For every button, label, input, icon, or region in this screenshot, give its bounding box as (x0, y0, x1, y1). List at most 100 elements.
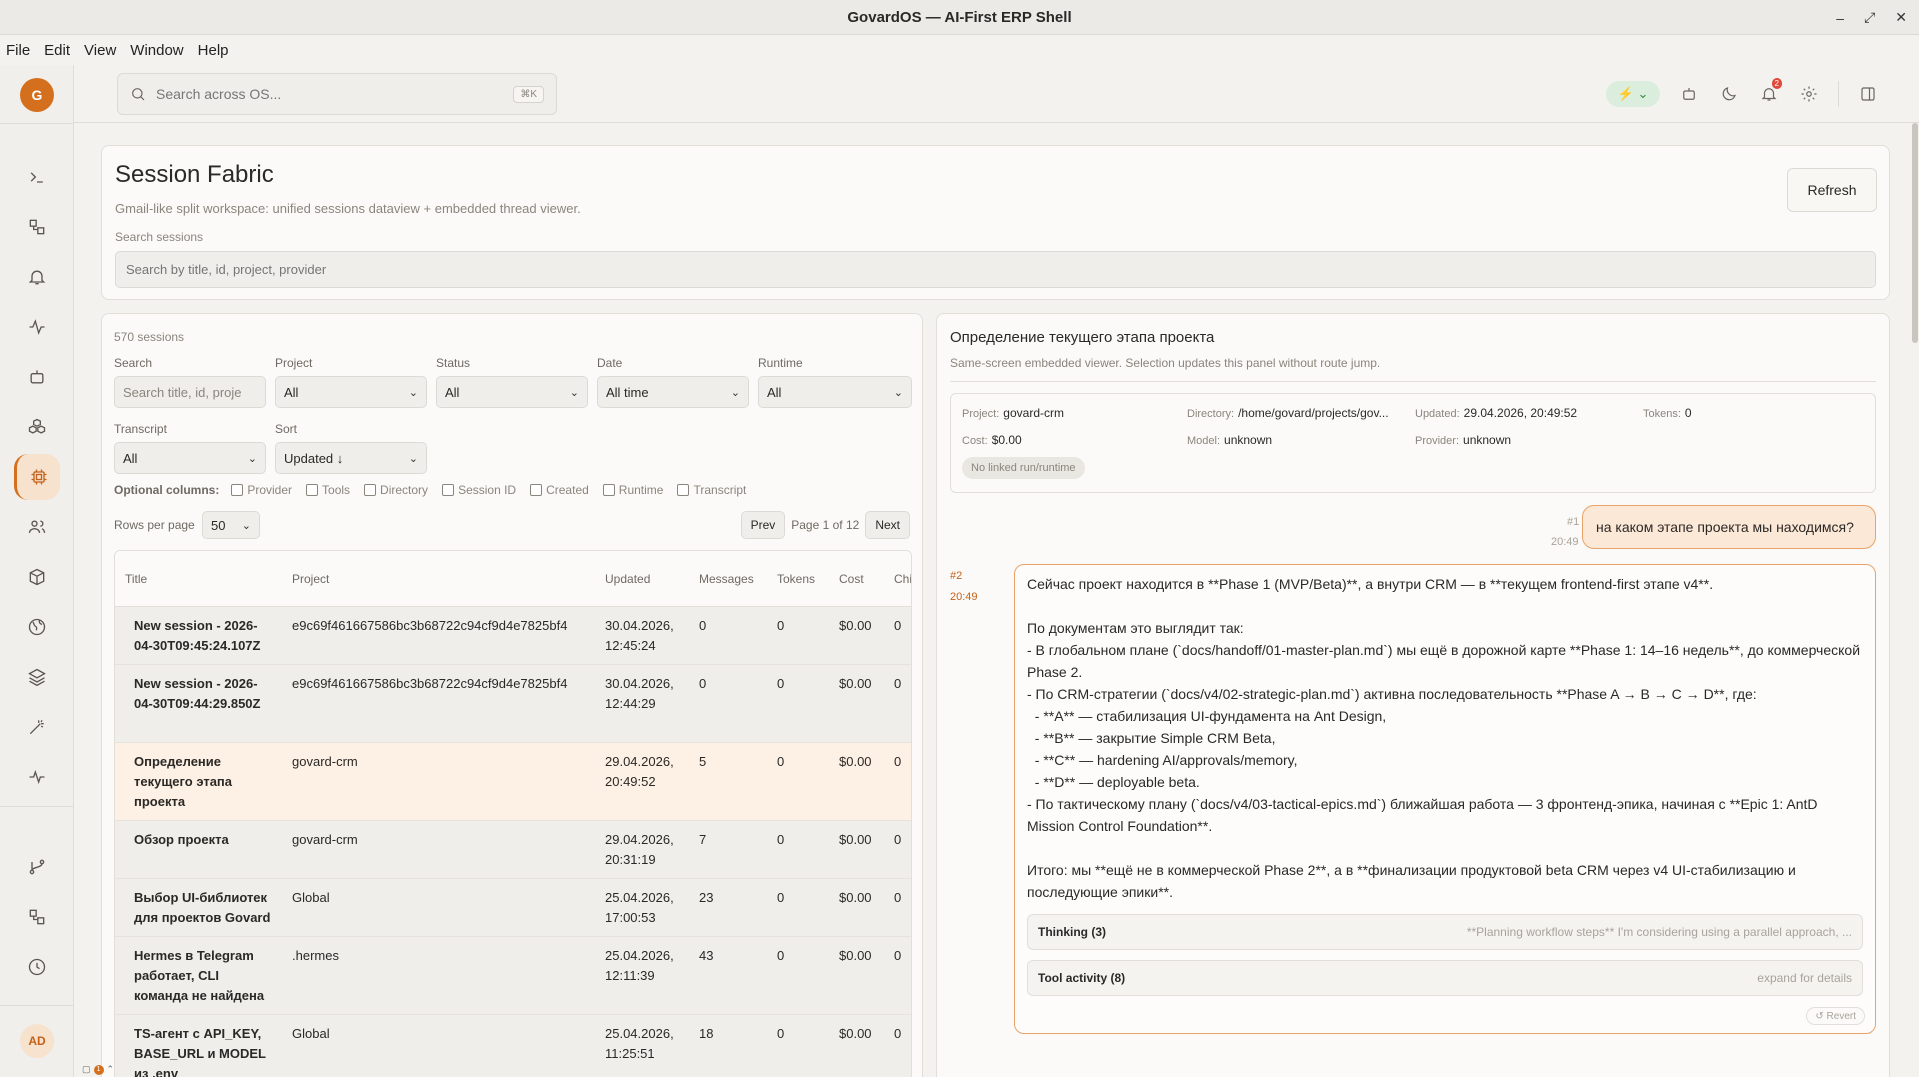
table-row[interactable]: TS-агент с API_KEY, BASE_URL и MODEL из … (115, 1015, 911, 1077)
col-project[interactable]: Project (292, 551, 329, 607)
layers-icon[interactable] (22, 662, 52, 692)
user-avatar[interactable]: AD (20, 1024, 54, 1058)
sort-select[interactable]: Updated ↓ ⌄ (275, 442, 427, 474)
menu-file[interactable]: File (6, 42, 30, 59)
maximize-button[interactable]: ⤢ (1864, 9, 1875, 26)
rail-divider-2 (0, 806, 74, 807)
filter-runtime-select[interactable]: All ⌄ (758, 376, 912, 408)
column-toggle-created[interactable]: Created (530, 483, 589, 497)
table-row[interactable]: Выбор UI-библиотек для проектов Govard G… (115, 879, 911, 937)
sessions-table: Title Project Updated Messages Tokens Co… (114, 550, 912, 1077)
thinking-section[interactable]: Thinking (3) **Planning workflow steps**… (1027, 914, 1863, 950)
notification-badge: 2 (1771, 78, 1782, 89)
clock-icon[interactable] (22, 952, 52, 982)
sort-label: Sort (275, 422, 298, 436)
bot-icon[interactable] (22, 362, 52, 392)
column-toggle-session-id[interactable]: Session ID (442, 483, 516, 497)
col-messages[interactable]: Messages (699, 551, 754, 607)
column-toggle-provider[interactable]: Provider (231, 483, 292, 497)
column-toggle-tools[interactable]: Tools (306, 483, 350, 497)
refresh-button[interactable]: Refresh (1787, 168, 1877, 212)
table-row[interactable]: New session - 2026-04-30T09:45:24.107Z e… (115, 607, 911, 665)
meta-key: Cost: (962, 435, 988, 447)
robot-icon[interactable] (1678, 83, 1700, 105)
checkbox[interactable] (306, 484, 319, 496)
chip-icon[interactable] (14, 454, 60, 500)
menu-help[interactable]: Help (198, 42, 229, 59)
chevron-up-icon[interactable]: ⌃ (107, 1064, 115, 1075)
row-updated: 25.04.2026, 12:11:39 (605, 948, 674, 983)
filter-date-label: Date (597, 356, 623, 370)
global-search[interactable]: ⌘K (117, 73, 557, 115)
table-row[interactable]: New session - 2026-04-30T09:44:29.850Z e… (115, 665, 911, 743)
checkbox[interactable] (602, 484, 615, 496)
meta-model: Model: unknown (1187, 433, 1272, 447)
row-title: Hermes в Telegram работает, CLI команда … (134, 948, 265, 1003)
rows-per-page-select[interactable]: 50 ⌄ (202, 511, 260, 539)
column-toggle-transcript[interactable]: Transcript (677, 483, 746, 497)
row-messages: 18 (699, 1026, 714, 1041)
filter-search-input[interactable]: Search title, id, proje (114, 376, 266, 408)
bell-icon[interactable] (22, 262, 52, 292)
table-row[interactable]: Hermes в Telegram работает, CLI команда … (115, 937, 911, 1015)
page-scrollbar[interactable] (1911, 123, 1919, 1077)
global-search-input[interactable] (156, 86, 514, 102)
menu-edit[interactable]: Edit (44, 42, 70, 59)
wand-icon[interactable] (22, 712, 52, 742)
row-title: Определение текущего этапа проекта (134, 754, 233, 809)
checkbox[interactable] (231, 484, 244, 496)
power-status-toggle[interactable]: ⚡ ⌄ (1606, 81, 1660, 107)
app-logo[interactable]: G (20, 78, 54, 112)
checkbox[interactable] (364, 484, 377, 496)
next-page-button[interactable]: Next (865, 511, 910, 539)
column-toggle-label: Runtime (618, 483, 664, 497)
panel-toggle-icon[interactable] (1857, 83, 1879, 105)
column-toggle-directory[interactable]: Directory (364, 483, 428, 497)
row-tokens: 0 (777, 754, 785, 769)
tool-activity-section[interactable]: Tool activity (8) expand for details (1027, 960, 1863, 996)
scrollbar-thumb[interactable] (1912, 123, 1918, 343)
chevron-down-icon: ⌄ (569, 386, 579, 399)
filter-date-select[interactable]: All time ⌄ (597, 376, 749, 408)
col-updated[interactable]: Updated (605, 551, 650, 607)
package-icon[interactable] (22, 562, 52, 592)
filter-project-select[interactable]: All ⌄ (275, 376, 427, 408)
col-title[interactable]: Title (125, 551, 147, 607)
filter-transcript-select[interactable]: All ⌄ (114, 442, 266, 474)
pulse-icon[interactable] (22, 762, 52, 792)
cubes-icon[interactable] (22, 412, 52, 442)
row-project: e9c69f461667586bc3b68722c94cf9d4e7825bf4 (292, 676, 568, 691)
menu-view[interactable]: View (84, 42, 116, 59)
users-icon[interactable] (22, 512, 52, 542)
checkbox[interactable] (530, 484, 543, 496)
filter-status-select[interactable]: All ⌄ (436, 376, 588, 408)
col-chi[interactable]: Chi (894, 551, 911, 607)
close-button[interactable]: ✕ (1895, 9, 1907, 26)
prev-page-button[interactable]: Prev (740, 511, 786, 539)
flow-icon[interactable] (22, 902, 52, 932)
git-branch-icon[interactable] (22, 852, 52, 882)
session-meta: Project: govard-crm Directory:/home/govar… (950, 393, 1876, 493)
minimize-button[interactable]: – (1836, 10, 1844, 26)
checkbox[interactable] (677, 484, 690, 496)
activity-icon[interactable] (22, 312, 52, 342)
search-sessions-input[interactable] (115, 251, 1876, 288)
checkbox[interactable] (442, 484, 455, 496)
revert-button[interactable]: ↺ Revert (1806, 1007, 1865, 1025)
col-tokens[interactable]: Tokens (777, 551, 815, 607)
moon-icon[interactable] (1718, 83, 1740, 105)
sort-value: Updated ↓ (284, 450, 344, 466)
gear-icon[interactable] (1798, 83, 1820, 105)
col-cost[interactable]: Cost (839, 551, 864, 607)
row-title: New session - 2026-04-30T09:45:24.107Z (134, 618, 261, 653)
terminal-icon[interactable] (22, 162, 52, 192)
table-row[interactable]: Обзор проекта govard-crm 29.04.2026, 20:… (115, 821, 911, 879)
notification-bell-icon[interactable]: 2 (1758, 78, 1782, 105)
table-row-selected[interactable]: Определение текущего этапа проекта govar… (115, 743, 911, 821)
menu-window[interactable]: Window (130, 42, 183, 59)
row-tokens: 0 (777, 1026, 785, 1041)
globe-icon[interactable] (22, 612, 52, 642)
tray-bot-icon[interactable]: ▢ (82, 1064, 91, 1075)
column-toggle-runtime[interactable]: Runtime (602, 483, 664, 497)
workflow-icon[interactable] (22, 212, 52, 242)
